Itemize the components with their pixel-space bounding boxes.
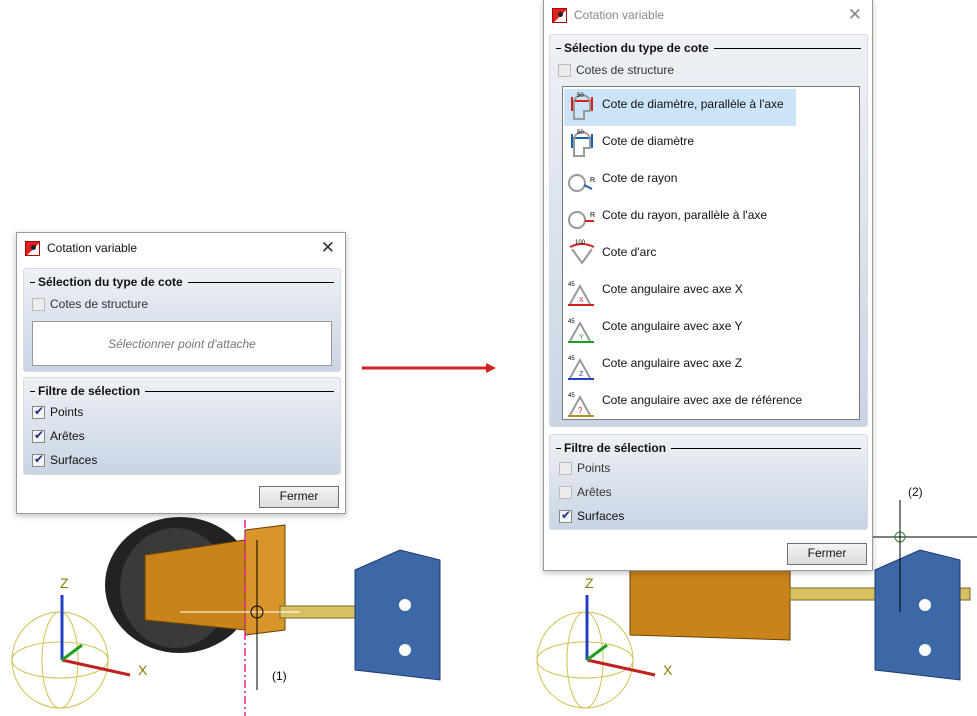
dialog-title: Cotation variable xyxy=(574,8,665,22)
axis-z-label-2: Z xyxy=(585,575,594,591)
checkbox-label: Points xyxy=(50,405,84,419)
list-item[interactable]: Z 45 Cote angulaire avec axe Z xyxy=(564,348,858,385)
app-icon xyxy=(552,7,567,23)
angle-z-icon: Z 45 xyxy=(568,356,594,380)
svg-text:45: 45 xyxy=(568,282,575,288)
list-item-label: Cote angulaire avec axe X xyxy=(602,282,743,296)
list-item[interactable]: 100 Cote d'arc xyxy=(564,237,858,274)
filter-edges[interactable]: Arêtes xyxy=(559,485,612,499)
dimension-type-group: Sélection du type de cote Cotes de struc… xyxy=(549,34,868,427)
checkbox-label: Surfaces xyxy=(50,453,98,467)
radius-icon: R xyxy=(568,174,595,192)
svg-text:45: 45 xyxy=(568,356,575,362)
radius-parallel-icon: R xyxy=(568,211,595,229)
svg-text:45: 45 xyxy=(568,393,575,399)
list-item[interactable]: Y 45 Cote angulaire avec axe Y xyxy=(564,311,858,348)
group-header: Sélection du type de cote xyxy=(30,275,334,289)
list-item-label: Cote de rayon xyxy=(602,171,678,185)
app-icon xyxy=(25,240,40,256)
label-2: (2) xyxy=(908,485,923,499)
svg-text:?: ? xyxy=(578,406,583,415)
list-item[interactable]: 50 Cote de diamètre xyxy=(564,126,858,163)
angle-x-icon: X 45 xyxy=(568,282,594,306)
group-header: Sélection du type de cote xyxy=(556,41,861,55)
close-icon[interactable]: ✕ xyxy=(848,5,862,25)
selection-filter-group: Filtre de sélection Points Arêtes Surfac… xyxy=(549,434,868,530)
arc-icon: 100 xyxy=(569,240,595,265)
structure-checkbox[interactable]: Cotes de structure xyxy=(32,297,148,311)
checkbox-label: Points xyxy=(577,461,611,475)
transition-arrow-icon xyxy=(362,363,496,373)
filter-surfaces[interactable]: Surfaces xyxy=(559,508,625,523)
checkbox-label: Cotes de structure xyxy=(576,63,675,77)
svg-text:Z: Z xyxy=(579,371,584,378)
dialog-title: Cotation variable xyxy=(47,241,138,255)
checkbox-label: Arêtes xyxy=(50,429,85,443)
list-item-label: Cote de diamètre, parallèle à l'axe xyxy=(602,97,784,111)
list-item-label: Cote angulaire avec axe de référence xyxy=(602,393,803,407)
svg-text:X: X xyxy=(579,297,584,304)
title-bar: Cotation variable ✕ xyxy=(17,233,345,263)
filter-edges[interactable]: Arêtes xyxy=(32,428,85,443)
list-item[interactable]: 50 Cote de diamètre, parallèle à l'axe xyxy=(564,89,796,126)
svg-text:100: 100 xyxy=(575,240,586,246)
list-item-label: Cote de diamètre xyxy=(602,134,695,148)
svg-text:R: R xyxy=(590,177,595,184)
list-item[interactable]: X 45 Cote angulaire avec axe X xyxy=(564,274,858,311)
checkbox-label: Cotes de structure xyxy=(50,297,149,311)
angle-reference-icon: ? 45 xyxy=(568,393,594,417)
structure-checkbox[interactable]: Cotes de structure xyxy=(558,63,674,77)
list-item-label: Cote angulaire avec axe Y xyxy=(602,319,743,333)
list-item[interactable]: R Cote du rayon, parallèle à l'axe xyxy=(564,200,858,237)
axis-x-label-2: X xyxy=(663,662,673,678)
checkbox-label: Arêtes xyxy=(577,485,612,499)
checkbox-label: Surfaces xyxy=(577,509,625,523)
diameter-icon: 50 xyxy=(571,130,593,157)
svg-text:R: R xyxy=(590,212,595,219)
close-icon[interactable]: ✕ xyxy=(321,238,335,258)
axis-z-label: Z xyxy=(60,575,69,591)
label-1: (1) xyxy=(272,669,287,683)
close-button[interactable]: Fermer xyxy=(787,543,867,565)
left-dialog: Cotation variable ✕ Sélection du type de… xyxy=(16,232,346,514)
svg-text:45: 45 xyxy=(568,319,575,325)
group-header: Filtre de sélection xyxy=(556,441,861,455)
svg-text:Y: Y xyxy=(579,334,584,341)
filter-points[interactable]: Points xyxy=(559,461,610,475)
svg-text:50: 50 xyxy=(577,130,584,136)
diameter-parallel-icon: 50 xyxy=(571,93,593,120)
dimension-type-group: Sélection du type de cote Cotes de struc… xyxy=(23,268,341,372)
title-bar: Cotation variable ✕ xyxy=(544,0,872,30)
group-header: Filtre de sélection xyxy=(30,384,334,398)
list-item[interactable]: ? 45 Cote angulaire avec axe de référence xyxy=(564,385,858,422)
selection-filter-group: Filtre de sélection Points Arêtes Surfac… xyxy=(23,377,341,475)
filter-points[interactable]: Points xyxy=(32,404,84,419)
list-item-label: Cote du rayon, parallèle à l'axe xyxy=(602,208,768,222)
list-item-label: Cote angulaire avec axe Z xyxy=(602,356,743,370)
left-model xyxy=(11,517,441,716)
list-item[interactable]: R Cote de rayon xyxy=(564,163,858,200)
right-dialog: Cotation variable ✕ Sélection du type de… xyxy=(543,0,873,571)
attach-point-prompt[interactable]: Sélectionner point d'attache xyxy=(32,321,332,366)
close-button[interactable]: Fermer xyxy=(259,486,339,508)
dimension-type-list[interactable]: 50 Cote de diamètre, parallèle à l'axe 50 C… xyxy=(562,86,860,420)
list-item-label: Cote d'arc xyxy=(602,245,657,259)
axis-x-label: X xyxy=(138,662,148,678)
angle-y-icon: Y 45 xyxy=(568,319,594,343)
filter-surfaces[interactable]: Surfaces xyxy=(32,452,98,467)
svg-text:50: 50 xyxy=(577,93,584,99)
